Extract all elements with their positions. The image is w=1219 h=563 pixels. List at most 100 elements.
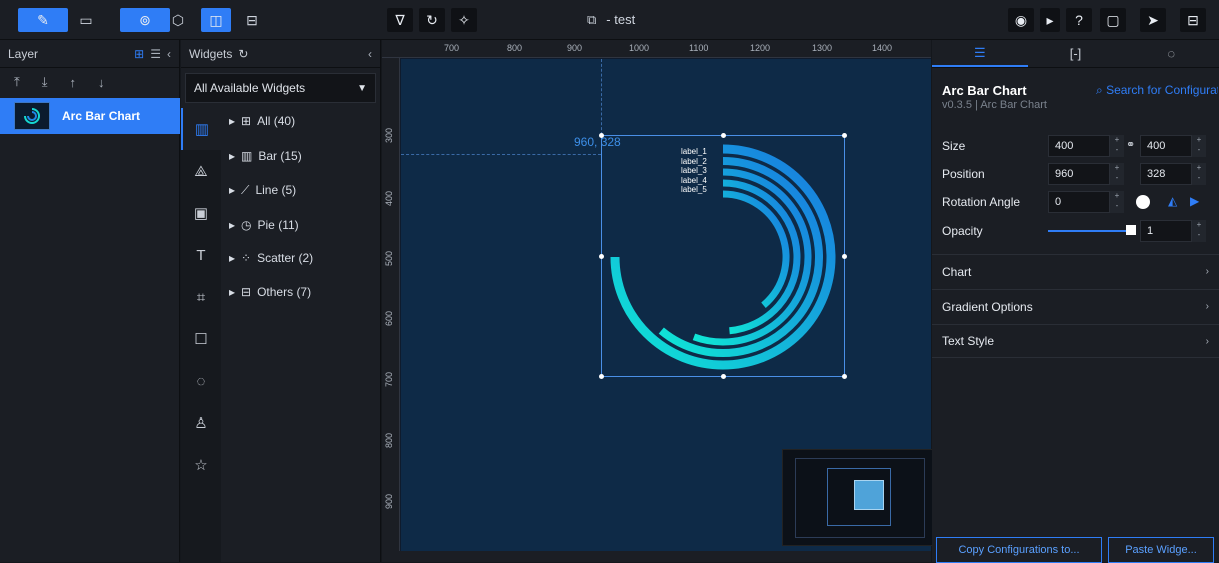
section-chart[interactable]: Chart › <box>932 254 1219 288</box>
section-gradient-options[interactable]: Gradient Options › <box>932 289 1219 323</box>
refresh-widgets-icon[interactable]: ↻ <box>238 47 248 61</box>
component-version: v0.3.5 | Arc Bar Chart <box>942 99 1047 111</box>
opacity-input[interactable]: 1 <box>1140 220 1192 242</box>
opacity-slider-track[interactable] <box>1048 230 1128 232</box>
guide-line-vertical <box>601 59 602 135</box>
selection-box[interactable] <box>599 133 847 379</box>
resize-handle-bl[interactable] <box>599 374 604 379</box>
move-top-icon[interactable]: ⤒ <box>14 74 20 90</box>
chevron-right-icon: › <box>1205 335 1209 347</box>
section-text-style[interactable]: Text Style › <box>932 324 1219 358</box>
widgets-panel: Widgets ↻ ‹ All Available Widgets ▼ ▥ ⟁ … <box>181 40 381 562</box>
move-bottom-icon[interactable]: ⤓ <box>42 74 48 90</box>
tree-item-scatter[interactable]: ▸ ⁘ Scatter (2) <box>229 243 313 273</box>
position-y-input[interactable]: 328 <box>1140 163 1192 185</box>
camera-icon[interactable]: ◉ <box>1008 8 1034 32</box>
resize-handle-b[interactable] <box>721 374 726 379</box>
tree-item-line[interactable]: ▸ ⟋ Line (5) <box>229 175 296 205</box>
list-view-icon[interactable]: ☰ <box>150 47 161 61</box>
caret-right-icon: ▸ <box>229 183 236 197</box>
layout-icon[interactable]: ▭ <box>74 8 98 32</box>
location-category-icon[interactable]: ◌ <box>181 360 221 402</box>
link-icon[interactable]: ⚭ <box>1126 138 1135 151</box>
size-height-stepper[interactable]: + - <box>1192 135 1206 157</box>
position-x-input[interactable]: 960 <box>1048 163 1110 185</box>
filter-icon[interactable]: ∇ <box>387 8 413 32</box>
search-config-link[interactable]: ⌕ Search for Configurati <box>1096 83 1218 98</box>
bar-category-icon[interactable]: ▥ <box>181 108 221 150</box>
paste-widget-button[interactable]: Paste Widge... <box>1108 537 1214 563</box>
preview-icon[interactable]: ▢ <box>1100 8 1126 32</box>
layers-toggle-icon[interactable]: ⊚ <box>120 8 170 32</box>
move-down-icon[interactable]: ↓ <box>98 75 105 90</box>
collapse-widgets-icon[interactable]: ‹ <box>368 47 372 61</box>
cube-icon[interactable]: ⬡ <box>168 8 188 32</box>
component-title: Arc Bar Chart <box>942 83 1027 98</box>
caret-right-icon: ▸ <box>229 251 236 265</box>
collapse-icon[interactable]: ‹ <box>167 47 171 61</box>
minimap[interactable] <box>782 449 948 546</box>
line-chart-icon: ⟋ <box>241 182 250 197</box>
others-icon: ⊟ <box>241 285 252 299</box>
frame-category-icon[interactable]: ⌗ <box>181 276 221 318</box>
tab-style[interactable]: ☰ <box>932 40 1028 67</box>
window-icon[interactable]: ⊟ <box>240 8 264 32</box>
ruler-vertical: 300 400 500 600 700 800 900 <box>382 58 400 562</box>
tab-interaction[interactable]: ◌ <box>1123 40 1219 67</box>
size-width-stepper[interactable]: + - <box>1110 135 1124 157</box>
position-x-stepper[interactable]: + - <box>1110 163 1124 185</box>
resize-handle-tl[interactable] <box>599 133 604 138</box>
caret-right-icon: ▸ <box>229 149 236 163</box>
rotation-input[interactable]: 0 <box>1048 191 1110 213</box>
rotation-dial-icon[interactable] <box>1136 195 1150 209</box>
bar-chart-icon: ▥ <box>241 149 253 163</box>
widget-filter-dropdown[interactable]: All Available Widgets ▼ <box>185 73 376 103</box>
arc-chart-icon <box>24 108 40 124</box>
interaction-category-icon[interactable]: ☐ <box>181 318 221 360</box>
rotation-stepper[interactable]: + - <box>1110 191 1124 213</box>
flip-vertical-icon[interactable]: ▶ <box>1190 194 1199 208</box>
copy-configurations-button[interactable]: Copy Configurations to... <box>936 537 1102 563</box>
size-height-input[interactable]: 400 <box>1140 135 1192 157</box>
resize-handle-tr[interactable] <box>842 133 847 138</box>
media-category-icon[interactable]: ▣ <box>181 192 221 234</box>
publish-icon[interactable]: ➤ <box>1140 8 1166 32</box>
move-up-icon[interactable]: ↑ <box>70 75 77 90</box>
edit-mode-icon[interactable]: ✎ <box>18 8 68 32</box>
resize-handle-br[interactable] <box>842 374 847 379</box>
tree-item-pie[interactable]: ▸ ◷ Pie (11) <box>229 210 299 240</box>
position-y-stepper[interactable]: + - <box>1192 163 1206 185</box>
pin-icon[interactable]: ✧ <box>451 8 477 32</box>
layer-item-arc-bar-chart[interactable]: Arc Bar Chart <box>0 98 180 134</box>
map-category-icon[interactable]: ⟁ <box>181 150 221 192</box>
resize-handle-l[interactable] <box>599 254 604 259</box>
panel-toggle-icon[interactable]: ◫ <box>201 8 231 32</box>
opacity-slider-handle[interactable] <box>1126 225 1136 235</box>
grid-view-icon[interactable]: ⊞ <box>134 47 144 61</box>
size-label: Size <box>942 139 966 153</box>
tree-item-all[interactable]: ▸ ⊞ All (40) <box>229 106 295 136</box>
tab-data[interactable]: [-] <box>1028 40 1124 67</box>
top-toolbar: ✎ ▭ ⊚ ⬡ ◫ ⊟ ∇ ↻ ✧ ⧉ - test ◉ ▸ ? ▢ ➤ ⊟ <box>0 0 1219 40</box>
play-icon[interactable]: ▸ <box>1040 8 1060 32</box>
resize-handle-r[interactable] <box>842 254 847 259</box>
layer-panel-header: Layer ⊞ ☰ ‹ <box>0 40 179 68</box>
resize-handle-t[interactable] <box>721 133 726 138</box>
tree-item-others[interactable]: ▸ ⊟ Others (7) <box>229 277 311 307</box>
opacity-stepper[interactable]: + - <box>1192 220 1206 242</box>
user-category-icon[interactable]: ♙ <box>181 402 221 444</box>
message-icon[interactable]: ⊟ <box>1180 8 1206 32</box>
flip-horizontal-icon[interactable]: ◭ <box>1168 194 1177 208</box>
properties-panel: ☰ [-] ◌ Arc Bar Chart v0.3.5 | Arc Bar C… <box>932 40 1219 563</box>
refresh-icon[interactable]: ↻ <box>419 8 445 32</box>
help-icon[interactable]: ? <box>1066 8 1092 32</box>
favorite-category-icon[interactable]: ☆ <box>181 444 221 486</box>
chevron-down-icon: ▼ <box>357 82 367 94</box>
tree-item-bar[interactable]: ▸ ▥ Bar (15) <box>229 141 302 171</box>
text-category-icon[interactable]: T <box>181 234 221 276</box>
size-width-input[interactable]: 400 <box>1048 135 1110 157</box>
canvas-stage[interactable]: 960, 328 label_1 label_2 label_3 label_4 lab… <box>401 59 948 551</box>
rotation-label: Rotation Angle <box>942 195 1021 209</box>
layer-panel: Layer ⊞ ☰ ‹ ⤒ ⤓ ↑ ↓ Arc Bar Chart <box>0 40 180 562</box>
opacity-label: Opacity <box>942 224 983 238</box>
